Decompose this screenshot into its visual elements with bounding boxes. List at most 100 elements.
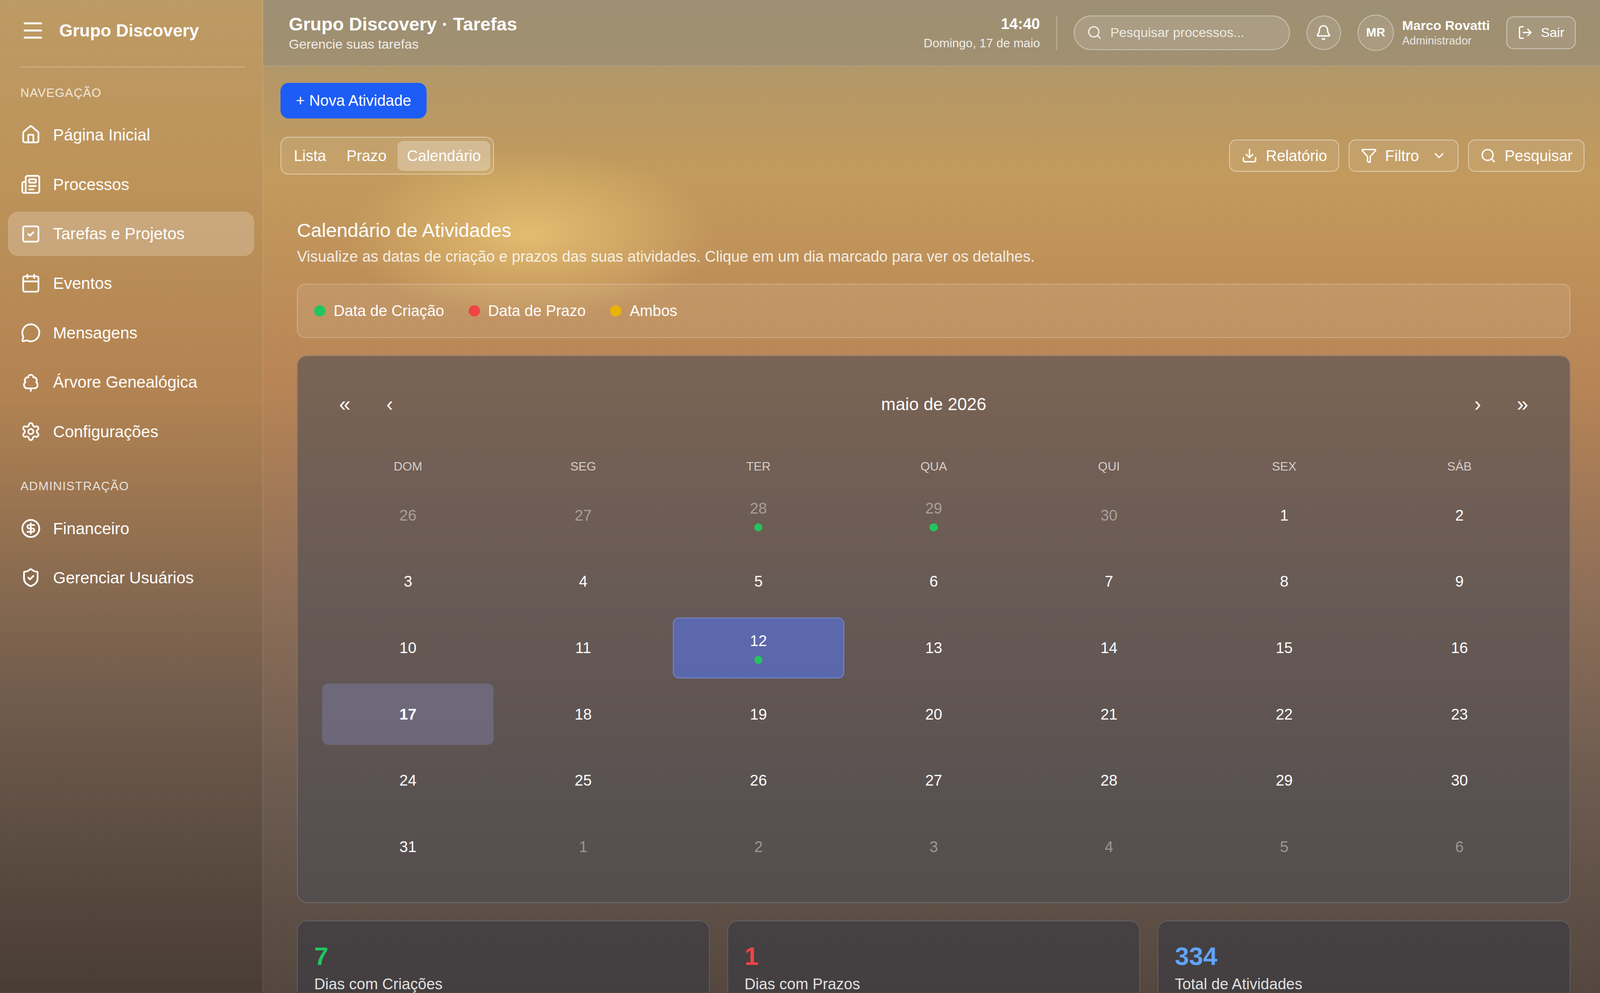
day-cell[interactable]: 26 xyxy=(672,750,845,812)
logout-button[interactable]: Sair xyxy=(1506,16,1576,50)
day-cell[interactable]: 7 xyxy=(1023,551,1195,613)
gear-icon xyxy=(20,421,42,443)
weekday-row: DOMSEGTERQUAQUISEXSÁB xyxy=(322,458,1545,475)
page-subtitle: Gerencie suas tarefas xyxy=(288,36,924,52)
day-cell[interactable]: 2 xyxy=(1373,484,1546,546)
brand: Grupo Discovery xyxy=(58,20,199,41)
view-tab[interactable]: Lista xyxy=(284,140,336,171)
day-cell[interactable]: 17 xyxy=(322,683,494,745)
day-cell[interactable]: 28 xyxy=(672,484,845,546)
sidebar-item[interactable]: Eventos xyxy=(7,260,254,306)
day-cell[interactable]: 5 xyxy=(672,551,845,613)
day-cell[interactable]: 16 xyxy=(1373,617,1546,679)
day-cell[interactable]: 19 xyxy=(672,683,845,745)
weekday: SEX xyxy=(1198,458,1371,475)
legend-item: Data de Criação xyxy=(314,302,444,320)
sidebar-item[interactable]: Gerenciar Usuários xyxy=(7,555,254,601)
calendar-description: Visualize as datas de criação e prazos d… xyxy=(296,247,1571,266)
calendar-nav: «‹maio de 2026›» xyxy=(322,380,1545,428)
new-activity-button[interactable]: + Nova Atividade xyxy=(280,82,427,119)
day-cell[interactable]: 23 xyxy=(1373,683,1546,745)
day-cell[interactable]: 2 xyxy=(672,816,845,878)
day-cell[interactable]: 21 xyxy=(1023,683,1195,745)
section-label: ADMINISTRAÇÃO xyxy=(0,479,263,494)
day-cell[interactable]: 28 xyxy=(1023,750,1195,812)
day-cell[interactable]: 1 xyxy=(497,816,670,878)
day-cell[interactable]: 14 xyxy=(1023,617,1195,679)
day-cell[interactable]: 18 xyxy=(497,683,670,745)
day-cell[interactable]: 10 xyxy=(322,617,494,679)
legend: Data de CriaçãoData de PrazoAmbos xyxy=(296,283,1571,339)
sidebar: Grupo Discovery NAVEGAÇÃO Página InicialPr… xyxy=(0,0,264,993)
day-cell[interactable]: 29 xyxy=(1198,750,1371,812)
sidebar-item[interactable]: Mensagens xyxy=(7,310,254,356)
view-tab[interactable]: Prazo xyxy=(337,140,396,171)
chevron-down-icon xyxy=(1431,147,1447,164)
view-tabs: ListaPrazoCalendário xyxy=(280,136,495,175)
brand-row: Grupo Discovery xyxy=(0,0,263,62)
prev-year-button[interactable]: « xyxy=(322,392,368,416)
content: + Nova Atividade ListaPrazoCalendário Rela… xyxy=(263,66,1600,993)
tasks-icon xyxy=(20,223,42,245)
sidebar-section: ADMINISTRAÇÃO FinanceiroGerenciar Usuário… xyxy=(0,458,263,605)
sidebar-item[interactable]: Tarefas e Projetos xyxy=(7,211,254,257)
stat-label: Dias com Criações xyxy=(314,975,693,993)
day-cell[interactable]: 6 xyxy=(847,551,1020,613)
day-cell[interactable]: 3 xyxy=(847,816,1020,878)
logout-icon xyxy=(1517,24,1534,41)
day-cell[interactable]: 15 xyxy=(1198,617,1371,679)
search-icon xyxy=(1480,147,1497,164)
user-info: Marco RovattiAdministrador xyxy=(1402,17,1490,48)
date: Domingo, 17 de maio xyxy=(923,36,1040,51)
day-cell[interactable]: 4 xyxy=(1023,816,1195,878)
day-cell[interactable]: 1 xyxy=(1198,484,1371,546)
stat-value: 1 xyxy=(744,941,1123,972)
sidebar-item[interactable]: Página Inicial xyxy=(7,112,254,158)
day-cell[interactable]: 22 xyxy=(1198,683,1371,745)
day-cell[interactable]: 8 xyxy=(1198,551,1371,613)
day-cell[interactable]: 12 xyxy=(672,617,845,679)
notifications-button[interactable] xyxy=(1306,15,1342,51)
day-cell[interactable]: 4 xyxy=(497,551,670,613)
weekday: SÁB xyxy=(1373,458,1546,475)
menu-icon[interactable] xyxy=(20,18,45,43)
day-cell[interactable]: 30 xyxy=(1023,484,1195,546)
day-cell[interactable]: 6 xyxy=(1373,816,1546,878)
weekday: QUA xyxy=(847,458,1020,475)
sidebar-item[interactable]: Configurações xyxy=(7,409,254,455)
day-cell[interactable]: 31 xyxy=(322,816,494,878)
day-cell[interactable]: 24 xyxy=(322,750,494,812)
day-cell[interactable]: 27 xyxy=(497,484,670,546)
sidebar-item[interactable]: Financeiro xyxy=(7,506,254,552)
day-cell[interactable]: 5 xyxy=(1198,816,1371,878)
stat-card: 1Dias com Prazos xyxy=(727,920,1141,993)
app: Grupo DiscoveryNAVEGAÇÃOPágina InicialPr… xyxy=(0,0,1600,993)
weekday: SEG xyxy=(497,458,670,475)
day-cell[interactable]: 26 xyxy=(322,484,494,546)
sidebar-item[interactable]: Árvore Genealógica xyxy=(7,360,254,406)
day-cell[interactable]: 3 xyxy=(322,551,494,613)
month-label: maio de 2026 xyxy=(412,394,1456,415)
shield-icon xyxy=(20,567,42,589)
search-field[interactable]: Pesquisar processos... xyxy=(1073,15,1291,51)
next-year-button[interactable]: » xyxy=(1500,392,1546,416)
toolbar-button[interactable]: Filtro xyxy=(1348,139,1460,173)
day-cell[interactable]: 25 xyxy=(497,750,670,812)
avatar[interactable]: MR xyxy=(1357,14,1394,52)
prev-month-button[interactable]: ‹ xyxy=(367,392,413,416)
toolbar-button[interactable]: Pesquisar xyxy=(1467,139,1586,173)
sidebar-item[interactable]: Processos xyxy=(7,162,254,207)
section-label: NAVEGAÇÃO xyxy=(0,85,263,101)
day-cell[interactable]: 30 xyxy=(1373,750,1546,812)
day-cell[interactable]: 9 xyxy=(1373,551,1546,613)
next-month-button[interactable]: › xyxy=(1455,392,1501,416)
day-cell[interactable]: 20 xyxy=(847,683,1020,745)
tree-icon xyxy=(20,372,42,393)
sidebar-divider xyxy=(20,66,247,68)
toolbar-button[interactable]: Relatório xyxy=(1229,139,1340,173)
day-cell[interactable]: 11 xyxy=(497,617,670,679)
day-cell[interactable]: 27 xyxy=(847,750,1020,812)
day-cell[interactable]: 13 xyxy=(847,617,1020,679)
day-cell[interactable]: 29 xyxy=(847,484,1020,546)
view-tab[interactable]: Calendário xyxy=(397,140,490,171)
